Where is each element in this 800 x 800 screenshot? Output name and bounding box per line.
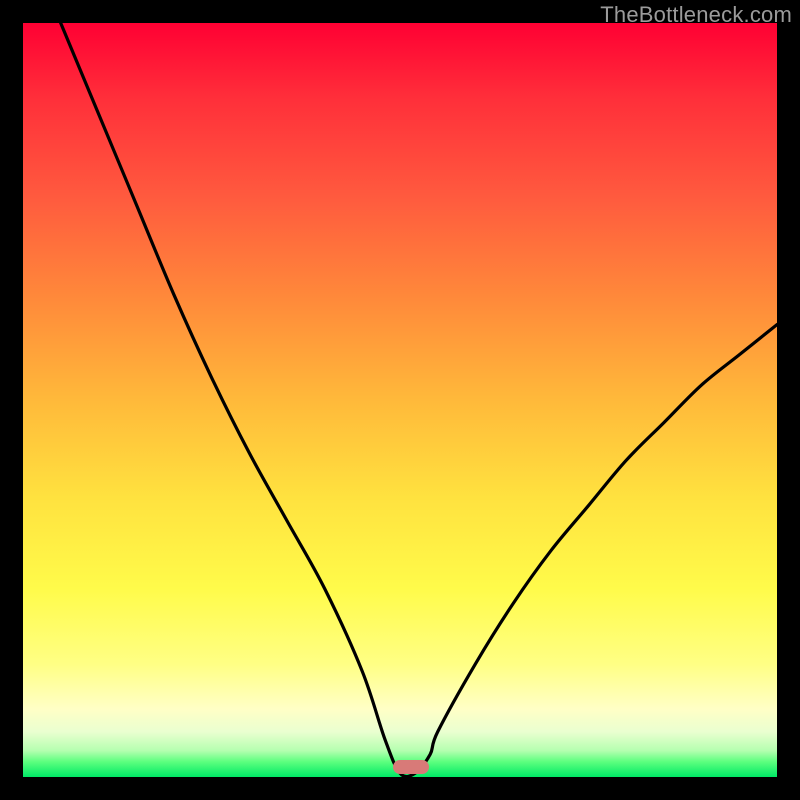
- minimum-marker: [393, 760, 429, 774]
- bottleneck-curve: [23, 23, 777, 777]
- chart-frame: TheBottleneck.com: [0, 0, 800, 800]
- watermark-text: TheBottleneck.com: [600, 2, 792, 28]
- plot-area: [23, 23, 777, 777]
